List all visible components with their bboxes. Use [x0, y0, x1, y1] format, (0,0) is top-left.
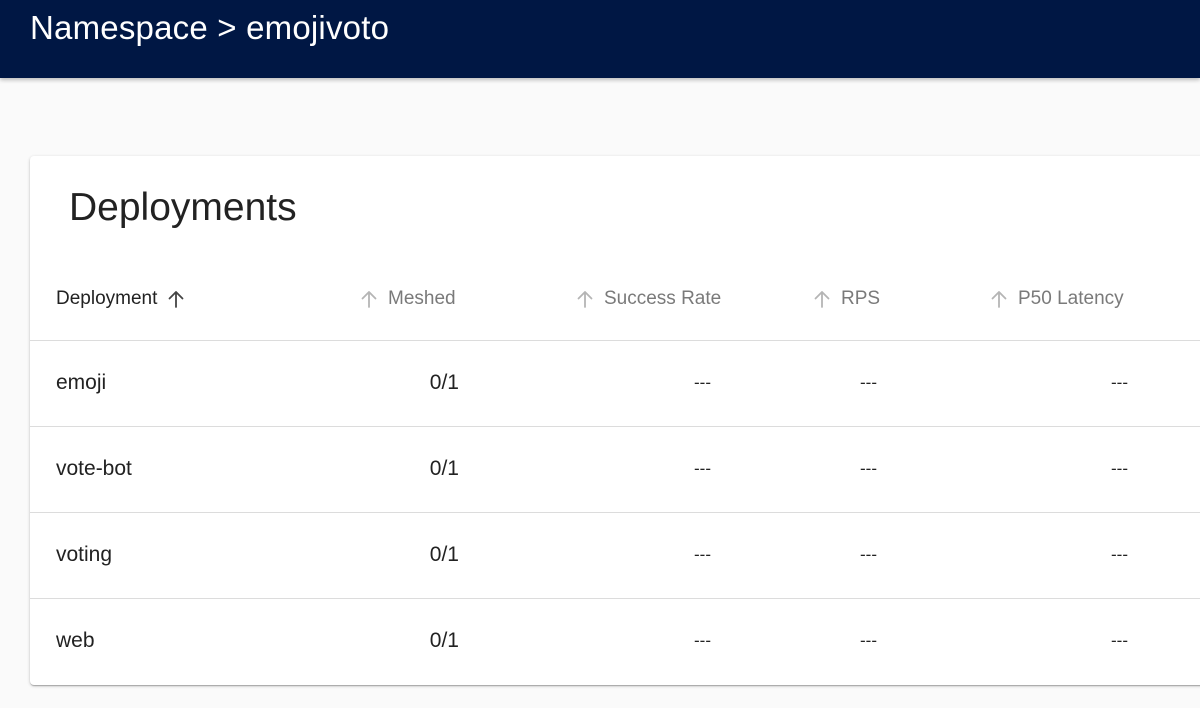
arrow-up-icon — [576, 289, 594, 309]
deployments-card: Deployments Deployment Meshed Success Ra… — [30, 156, 1200, 685]
rps-value: --- — [860, 373, 877, 392]
deployment-name[interactable]: emoji — [56, 370, 106, 396]
arrow-up-icon — [990, 289, 1008, 309]
success-rate-value: --- — [694, 545, 711, 564]
table-row[interactable]: web 0/1 --- --- --- — [30, 598, 1200, 684]
table-header: Deployment Meshed Success Rate RPS P50 L… — [30, 258, 1200, 341]
success-rate-value: --- — [694, 373, 711, 392]
meshed-value: 0/1 — [429, 629, 459, 652]
column-header-p50-latency-label: P50 Latency — [1018, 288, 1124, 309]
meshed-value: 0/1 — [429, 457, 459, 480]
p50-latency-value: --- — [1111, 459, 1128, 478]
column-header-meshed-label: Meshed — [388, 288, 456, 309]
p50-latency-value: --- — [1111, 373, 1128, 392]
table-row[interactable]: vote-bot 0/1 --- --- --- — [30, 426, 1200, 513]
column-header-p50-latency[interactable]: P50 Latency — [990, 286, 1124, 312]
success-rate-value: --- — [694, 459, 711, 478]
rps-value: --- — [860, 545, 877, 564]
column-header-deployment-label: Deployment — [56, 288, 158, 309]
arrow-up-icon — [167, 289, 185, 309]
rps-value: --- — [860, 459, 877, 478]
arrow-up-icon — [360, 289, 378, 309]
meshed-value: 0/1 — [429, 543, 459, 566]
rps-value: --- — [860, 631, 877, 650]
p50-latency-value: --- — [1111, 631, 1128, 650]
arrow-up-icon — [813, 289, 831, 309]
column-header-rps-label: RPS — [841, 288, 881, 309]
column-header-meshed[interactable]: Meshed — [360, 286, 456, 312]
deployment-name[interactable]: voting — [56, 542, 112, 568]
success-rate-value: --- — [694, 631, 711, 650]
table-row[interactable]: voting 0/1 --- --- --- — [30, 512, 1200, 599]
column-header-success-rate[interactable]: Success Rate — [576, 286, 721, 312]
table-row[interactable]: emoji 0/1 --- --- --- — [30, 340, 1200, 427]
meshed-value: 0/1 — [429, 371, 459, 394]
breadcrumb[interactable]: Namespace > emojivoto — [30, 8, 389, 48]
top-app-bar: Namespace > emojivoto — [0, 0, 1200, 78]
deployment-name[interactable]: web — [56, 628, 95, 654]
deployment-name[interactable]: vote-bot — [56, 456, 132, 482]
column-header-deployment[interactable]: Deployment — [56, 286, 185, 312]
column-header-rps[interactable]: RPS — [813, 286, 880, 312]
card-title: Deployments — [69, 186, 297, 229]
p50-latency-value: --- — [1111, 545, 1128, 564]
column-header-success-rate-label: Success Rate — [604, 288, 722, 309]
